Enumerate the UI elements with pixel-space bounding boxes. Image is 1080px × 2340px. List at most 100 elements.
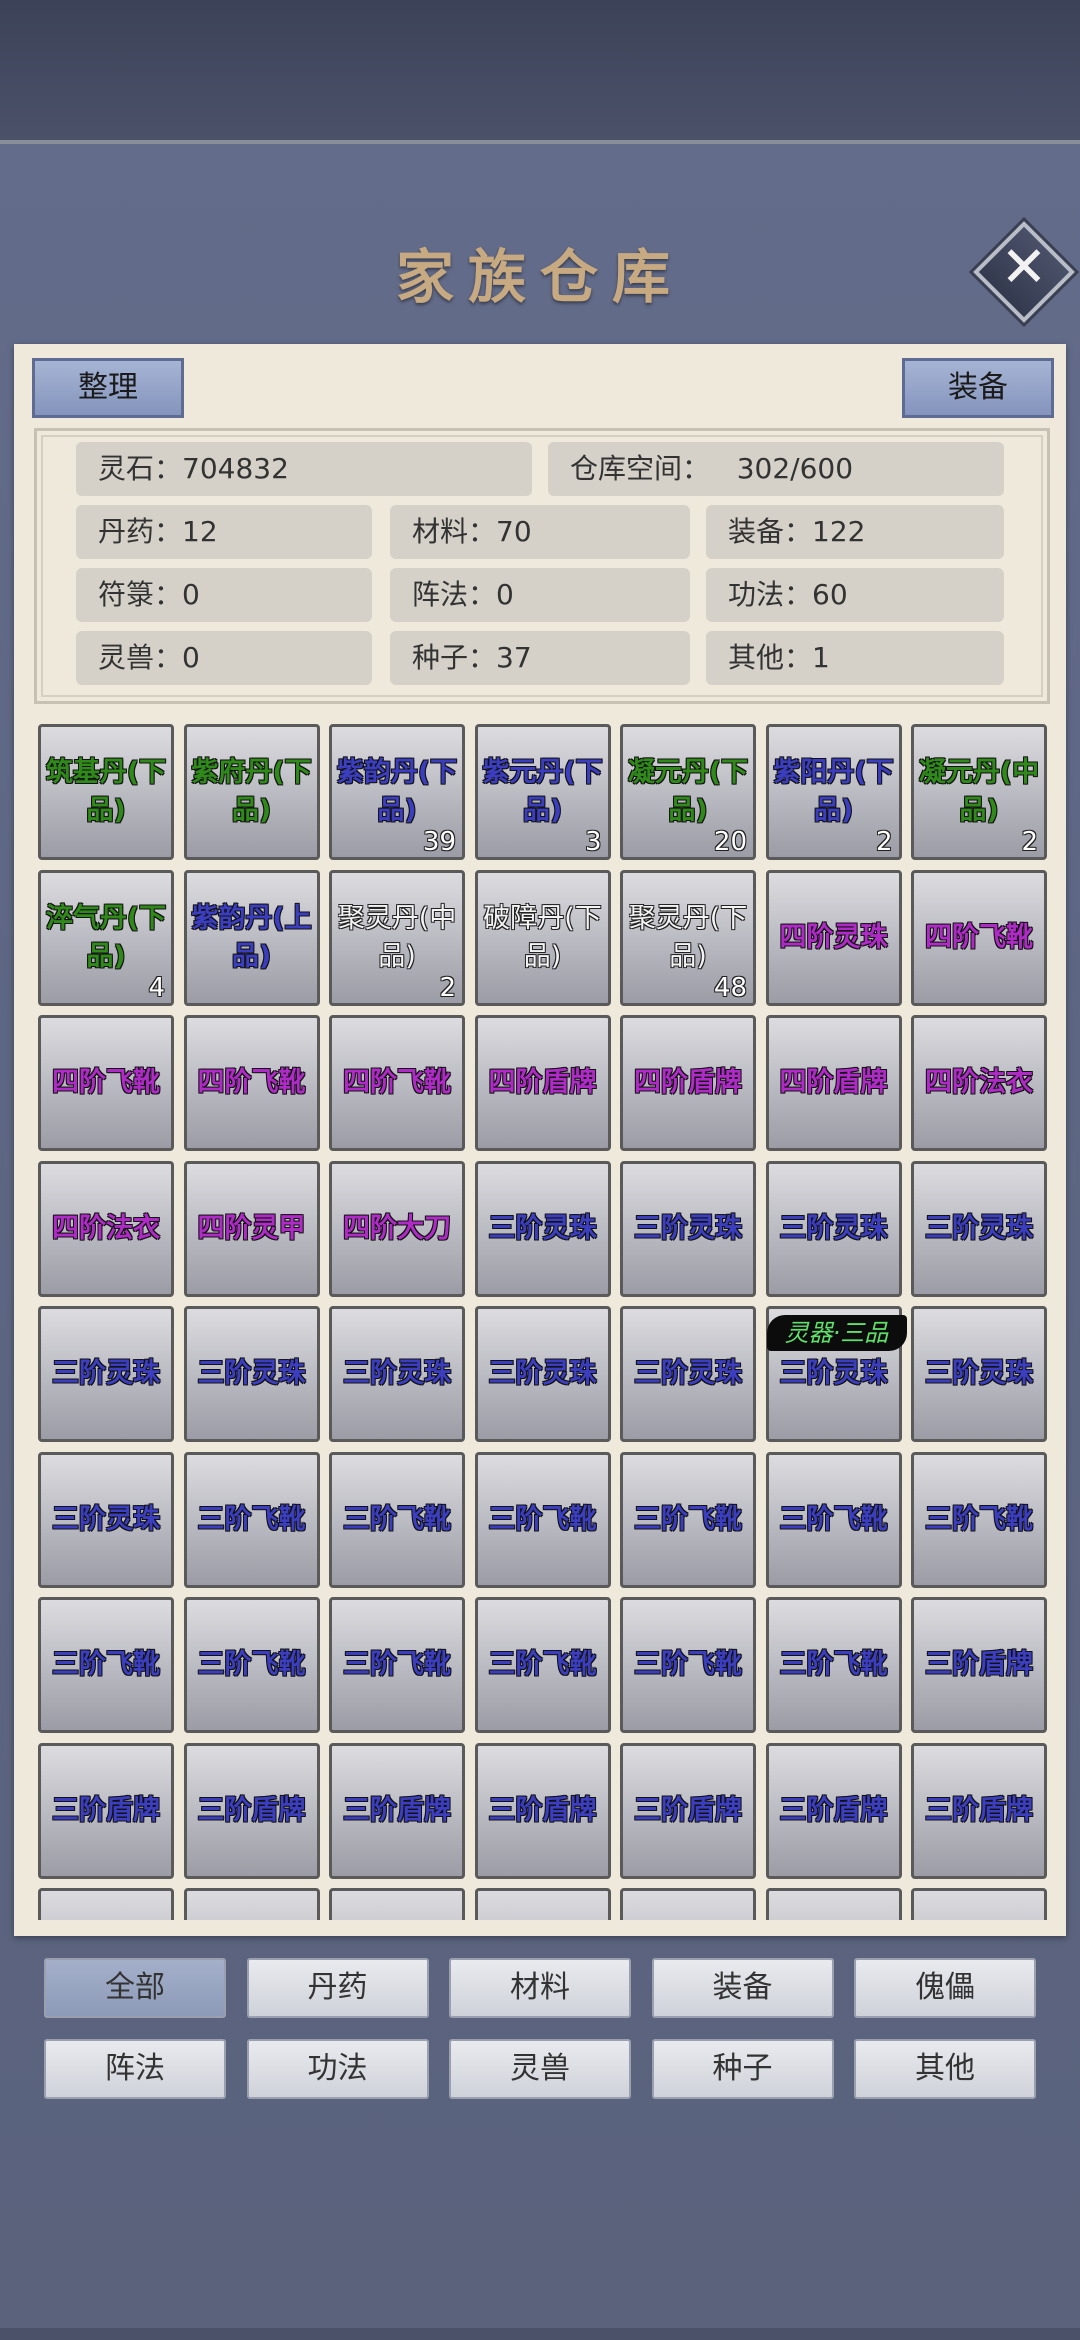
item-slot[interactable]: 紫韵丹(上品) <box>183 869 320 1006</box>
item-slot[interactable]: 三阶飞靴 <box>474 1451 611 1588</box>
item-slot[interactable] <box>765 1888 902 1920</box>
item-slot[interactable] <box>911 1888 1047 1920</box>
item-slot[interactable]: 三阶灵珠 <box>329 1306 465 1442</box>
filter-button[interactable]: 阵法 <box>44 2039 226 2099</box>
item-slot[interactable]: 聚灵丹(中品) 2 <box>329 869 465 1006</box>
item-slot[interactable]: 三阶灵珠 <box>620 1306 756 1442</box>
item-name <box>187 1891 317 1920</box>
item-name: 四阶法衣 <box>925 1067 1033 1098</box>
item-slot[interactable]: 四阶盾牌 <box>765 1015 902 1151</box>
item-slot[interactable]: 三阶灵珠 <box>38 1451 174 1588</box>
item-slot[interactable]: 三阶盾牌 <box>911 1597 1047 1733</box>
item-slot[interactable]: 三阶飞靴 <box>474 1597 611 1733</box>
item-slot[interactable]: 三阶飞靴 <box>183 1451 320 1588</box>
item-slot[interactable]: 四阶灵甲 <box>183 1160 320 1297</box>
item-slot[interactable]: 三阶飞靴 <box>329 1451 465 1588</box>
item-name: 三阶飞靴 <box>343 1649 451 1680</box>
item-slot[interactable]: 淬气丹(下品) 4 <box>38 869 174 1006</box>
stat-techniques: 功法：60 <box>706 568 1004 622</box>
item-slot[interactable]: 三阶灵珠 <box>474 1160 611 1297</box>
item-slot[interactable]: 紫韵丹(下品) 39 <box>329 724 465 860</box>
item-slot[interactable]: 四阶飞靴 <box>911 869 1047 1006</box>
item-slot[interactable] <box>474 1888 611 1920</box>
item-name: 三阶盾牌 <box>343 1794 451 1826</box>
item-slot[interactable]: 三阶盾牌 <box>38 1742 174 1879</box>
item-slot[interactable]: 三阶盾牌 <box>765 1742 902 1879</box>
close-icon[interactable]: ✕ <box>988 232 1060 304</box>
item-slot[interactable]: 三阶灵珠 <box>474 1306 611 1442</box>
item-name: 三阶飞靴 <box>197 1503 306 1535</box>
stat-label: 灵石： <box>98 452 183 485</box>
item-slot[interactable]: 筑基丹(下品) <box>38 724 174 860</box>
item-slot[interactable]: 四阶盾牌 <box>474 1015 611 1151</box>
item-slot[interactable]: 三阶灵珠 <box>620 1160 756 1297</box>
item-name: 三阶飞靴 <box>779 1503 888 1535</box>
item-slot[interactable]: 四阶大刀 <box>329 1160 465 1297</box>
item-slot[interactable]: 紫阳丹(下品) 2 <box>765 724 902 860</box>
stat-others: 其他：1 <box>706 631 1004 685</box>
item-name: 三阶灵珠 <box>52 1503 160 1535</box>
item-slot[interactable]: 三阶盾牌 <box>183 1742 320 1879</box>
item-slot[interactable]: 三阶飞靴 <box>620 1597 756 1733</box>
filter-button[interactable]: 丹药 <box>246 1958 429 2018</box>
item-slot[interactable]: 三阶飞靴 <box>38 1597 174 1733</box>
item-slot[interactable] <box>329 1888 465 1920</box>
item-slot[interactable]: 四阶飞靴 <box>183 1015 320 1151</box>
item-slot[interactable]: 三阶灵珠 <box>183 1306 320 1442</box>
item-slot[interactable]: 三阶飞靴 <box>765 1451 902 1588</box>
item-name: 四阶飞靴 <box>197 1067 306 1098</box>
item-name: 三阶飞靴 <box>343 1503 451 1535</box>
item-slot[interactable]: 四阶盾牌 <box>620 1015 756 1151</box>
item-slot[interactable]: 四阶法衣 <box>38 1160 174 1297</box>
item-slot[interactable]: 三阶飞靴 <box>765 1597 902 1733</box>
filter-button[interactable]: 其他 <box>854 2039 1036 2099</box>
item-slot[interactable]: 三阶盾牌 <box>474 1742 611 1879</box>
filter-button[interactable]: 灵兽 <box>449 2039 631 2099</box>
organize-button[interactable]: 整理 <box>32 358 184 418</box>
filter-button[interactable]: 装备 <box>651 1958 834 2018</box>
item-slot[interactable]: 三阶灵珠 <box>911 1160 1047 1297</box>
item-slot[interactable]: 凝元丹(下品) 20 <box>620 724 756 860</box>
item-slot[interactable] <box>620 1888 756 1920</box>
item-name: 三阶飞靴 <box>52 1649 160 1680</box>
item-slot[interactable]: 三阶飞靴 <box>911 1451 1047 1588</box>
item-slot[interactable]: 四阶飞靴 <box>38 1015 174 1151</box>
item-slot[interactable]: 凝元丹(中品) 2 <box>911 724 1047 860</box>
item-slot[interactable]: 三阶盾牌 <box>329 1742 465 1879</box>
filter-button[interactable]: 全部 <box>44 1958 226 2018</box>
stat-materials: 材料：70 <box>390 505 690 559</box>
stat-pills: 丹药：12 <box>76 505 372 559</box>
equip-button[interactable]: 装备 <box>902 358 1054 418</box>
item-slot[interactable]: 三阶飞靴 <box>620 1451 756 1588</box>
item-name: 三阶飞靴 <box>488 1503 597 1535</box>
item-slot[interactable]: 三阶灵珠 <box>38 1306 174 1442</box>
filter-button[interactable]: 材料 <box>449 1958 631 2018</box>
item-name <box>914 1891 1044 1920</box>
item-name: 三阶灵珠 <box>52 1358 160 1389</box>
item-name: 紫府丹(下品) <box>191 757 312 826</box>
filter-button[interactable]: 功法 <box>246 2039 429 2099</box>
filter-button[interactable]: 种子 <box>651 2039 834 2099</box>
item-name: 破障丹(下品) <box>483 902 602 972</box>
item-slot[interactable]: 三阶灵珠 <box>765 1160 902 1297</box>
item-slot[interactable]: 三阶飞靴 <box>183 1597 320 1733</box>
item-slot[interactable]: 三阶盾牌 <box>911 1742 1047 1879</box>
item-slot[interactable]: 三阶灵珠 灵器·三品 <box>765 1306 907 1442</box>
item-slot[interactable]: 聚灵丹(下品) 48 <box>620 869 756 1006</box>
item-slot[interactable]: 三阶灵珠 <box>911 1306 1047 1442</box>
item-slot[interactable]: 三阶飞靴 <box>329 1597 465 1733</box>
item-slot[interactable] <box>183 1888 320 1920</box>
item-slot[interactable]: 四阶灵珠 <box>765 869 902 1006</box>
item-name: 三阶灵珠 <box>925 1358 1033 1389</box>
item-slot[interactable]: 破障丹(下品) <box>474 869 611 1006</box>
item-slot[interactable]: 紫府丹(下品) <box>183 724 320 860</box>
item-slot[interactable] <box>38 1888 174 1920</box>
item-name: 三阶盾牌 <box>52 1794 160 1826</box>
item-slot[interactable]: 四阶飞靴 <box>329 1015 465 1151</box>
item-name: 四阶大刀 <box>343 1212 451 1244</box>
filter-button[interactable]: 傀儡 <box>854 1958 1036 2018</box>
item-slot[interactable]: 三阶盾牌 <box>620 1742 756 1879</box>
item-slot[interactable]: 四阶法衣 <box>911 1015 1047 1151</box>
item-name: 三阶灵珠 <box>197 1358 306 1389</box>
item-slot[interactable]: 紫元丹(下品) 3 <box>474 724 611 860</box>
